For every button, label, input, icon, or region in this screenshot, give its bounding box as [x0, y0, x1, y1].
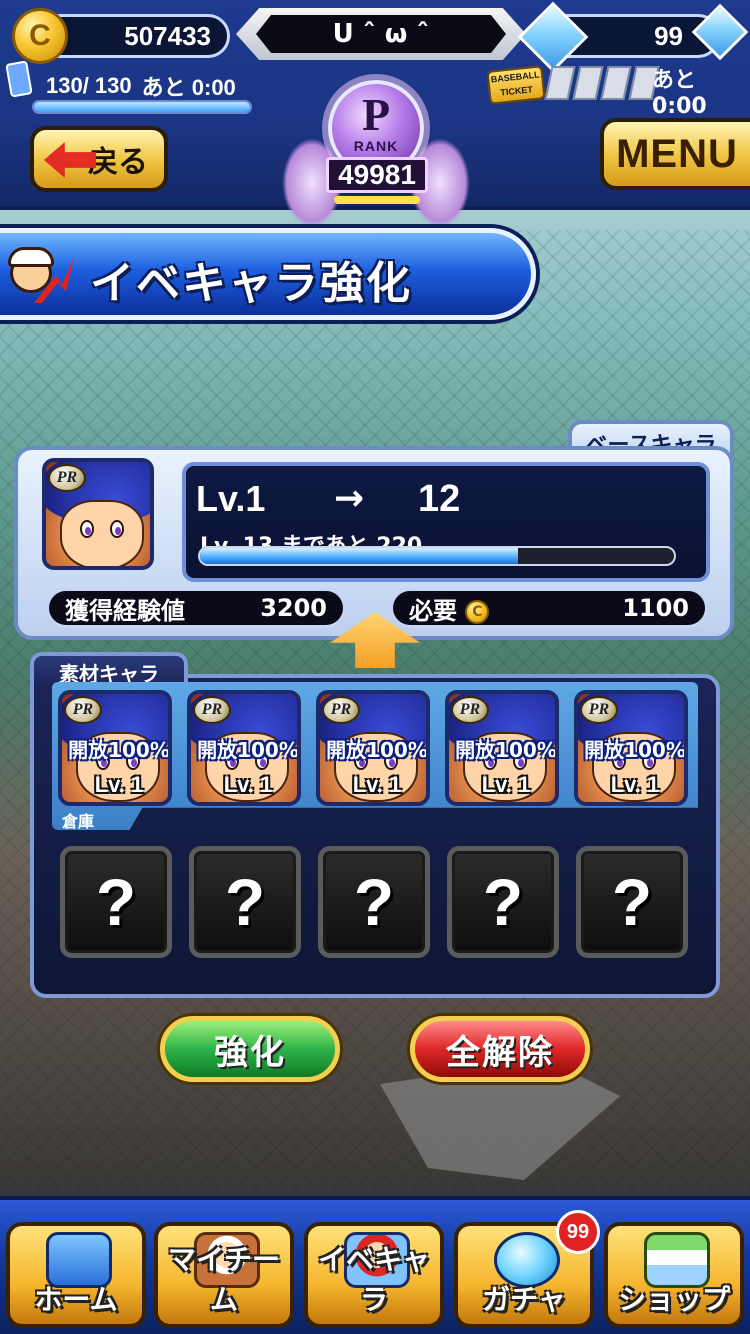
clear-all-button[interactable]: 全解除: [410, 1016, 590, 1082]
empty-material-slot[interactable]: ?: [576, 846, 688, 958]
coin-icon: C: [12, 8, 68, 64]
material-level: Lv. 1: [610, 772, 660, 797]
exp-gained-pill: 獲得経験値 3200: [46, 588, 346, 628]
pr-rarity-icon: PR: [193, 696, 231, 724]
pr-rarity-icon: PR: [48, 464, 86, 492]
stamina-bar-fill: [34, 102, 250, 112]
stamina-value: 130/ 130: [46, 73, 132, 98]
cost-value: 1100: [622, 594, 689, 622]
coin-icon: C: [465, 599, 490, 624]
exp-progress-bar: [198, 546, 676, 566]
ticket-recover: あと 0:00: [652, 68, 707, 119]
cost-label: 必要: [409, 596, 457, 625]
menu-label: MENU: [616, 131, 738, 176]
player-name-plate[interactable]: U ˆ ω ˆ: [236, 8, 526, 60]
open-rate-label: 開放100%: [68, 738, 170, 762]
ticket-slots: [544, 66, 660, 100]
baseball-ticket-icon: BASEBALL TICKET: [486, 65, 546, 105]
player-name: U ˆ ω ˆ: [256, 15, 506, 53]
empty-material-slot[interactable]: ?: [447, 846, 559, 958]
rank-points: 49981: [326, 157, 428, 193]
material-level: Lv. 1: [352, 772, 402, 797]
material-card[interactable]: PR 開放100% Lv. 1: [58, 690, 172, 806]
ticket-slot: [600, 66, 632, 100]
gacha-notification-badge: 99: [556, 1210, 600, 1254]
material-level: Lv. 1: [94, 772, 144, 797]
exp-gained-label: 獲得経験値: [65, 596, 185, 625]
material-card[interactable]: PR 開放100% Lv. 1: [316, 690, 430, 806]
empty-material-slot[interactable]: ?: [189, 846, 301, 958]
ticket-slot: [572, 66, 604, 100]
material-card[interactable]: PR 開放100% Lv. 1: [574, 690, 688, 806]
menu-button[interactable]: MENU: [600, 118, 750, 190]
stamina-bar: [32, 100, 252, 114]
nav-my-team-label: マイチーム: [167, 1243, 280, 1316]
nav-event-character-label: イベキャラ: [317, 1243, 430, 1316]
level-from: Lv.1: [196, 478, 266, 519]
pr-rarity-icon: PR: [64, 696, 102, 724]
open-rate-label: 開放100%: [455, 738, 557, 762]
material-card[interactable]: PR 開放100% Lv. 1: [445, 690, 559, 806]
rank-letter: P: [361, 89, 391, 140]
exp-progress-fill: [200, 548, 518, 564]
back-button[interactable]: 戻る: [30, 126, 168, 192]
nav-gacha-label: ガチャ: [482, 1283, 566, 1316]
title-banner: イベキャラ強化: [0, 228, 536, 320]
pr-rarity-icon: PR: [451, 696, 489, 724]
page-title: イベキャラ強化: [90, 258, 412, 309]
empty-material-slot[interactable]: ?: [318, 846, 430, 958]
nav-shop-label: ショップ: [617, 1283, 730, 1316]
cost-pill: 必要 C 1100: [390, 588, 708, 628]
level-arrow-icon: →: [334, 478, 365, 519]
coin-amount: 507433: [124, 20, 211, 51]
open-rate-label: 開放100%: [197, 738, 299, 762]
nav-home-label: ホーム: [34, 1283, 118, 1316]
storage-label: 倉庫: [62, 812, 95, 831]
open-rate-label: 開放100%: [326, 738, 428, 762]
level-to: 12: [418, 478, 461, 520]
pr-rarity-icon: PR: [580, 696, 618, 724]
material-level: Lv. 1: [481, 772, 531, 797]
enhance-icon: [4, 247, 74, 311]
gem-amount: 99: [654, 20, 683, 51]
open-rate-label: 開放100%: [584, 738, 686, 762]
material-level: Lv. 1: [223, 772, 273, 797]
nav-home[interactable]: ホーム: [6, 1222, 146, 1328]
enhance-button[interactable]: 強化: [160, 1016, 340, 1082]
nav-my-team[interactable]: マイチーム: [154, 1222, 294, 1328]
rank-progress-bar: [334, 196, 420, 204]
stamina-recover: あと 0:00: [141, 75, 236, 100]
nav-shop[interactable]: ショップ: [604, 1222, 744, 1328]
exp-gained-value: 3200: [260, 594, 327, 622]
back-label: 戻る: [88, 145, 148, 180]
base-character-card[interactable]: PR: [42, 458, 154, 570]
rank-label: RANK: [353, 138, 399, 154]
nav-event-character[interactable]: イベキャラ: [304, 1222, 444, 1328]
empty-material-slot[interactable]: ?: [60, 846, 172, 958]
ticket-slot: [544, 66, 576, 100]
pr-rarity-icon: PR: [322, 696, 360, 724]
material-card[interactable]: PR 開放100% Lv. 1: [187, 690, 301, 806]
